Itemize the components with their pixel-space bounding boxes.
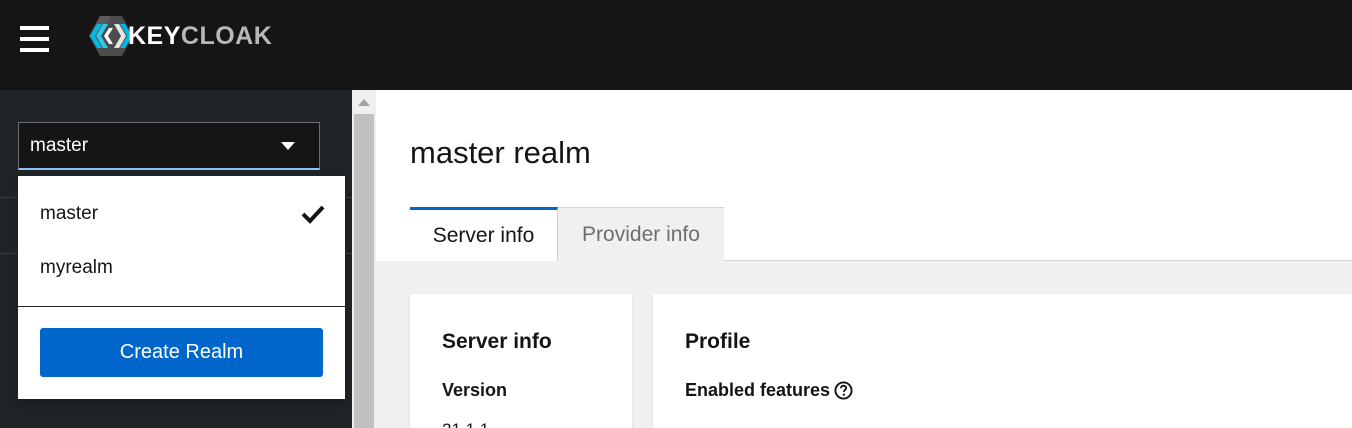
tab-underline (724, 260, 1352, 261)
profile-card: Profile Enabled features (653, 294, 1352, 428)
tab-server-info[interactable]: Server info (410, 207, 558, 261)
realm-menu-item-label: master (40, 203, 99, 224)
brand-logo[interactable]: KEY CLOAK (88, 14, 272, 58)
version-value: 21.1.1 (442, 420, 489, 428)
realm-menu-item-master[interactable]: master (18, 187, 345, 241)
realm-menu-item-label: myrealm (40, 257, 113, 278)
enabled-features-row: Enabled features (685, 380, 853, 401)
tab-provider-info[interactable]: Provider info (558, 207, 724, 261)
scroll-up-arrow-icon[interactable] (358, 99, 370, 106)
menu-divider (18, 306, 345, 307)
scroll-thumb[interactable] (354, 114, 374, 428)
realm-menu-item-myrealm[interactable]: myrealm (18, 241, 345, 295)
sidebar-scrollbar[interactable] (352, 90, 376, 428)
page-header: master realm Server info Provider info (376, 90, 1352, 261)
brand-secondary: CLOAK (180, 21, 273, 50)
realm-selector-value: master (30, 134, 89, 156)
page-title: master realm (410, 135, 591, 170)
hamburger-icon[interactable] (20, 26, 49, 52)
create-realm-button[interactable]: Create Realm (40, 328, 323, 377)
server-info-card: Server info Version 21.1.1 (410, 294, 632, 428)
enabled-features-label: Enabled features (685, 380, 831, 400)
brand-primary: KEY (128, 21, 181, 50)
realm-dropdown-menu: master myrealm Create Realm (18, 176, 345, 399)
caret-down-icon (281, 142, 295, 150)
masthead: KEY CLOAK (0, 0, 1352, 90)
card-title: Server info (442, 330, 552, 353)
main-content: master realm Server info Provider info S… (376, 90, 1352, 428)
brand-wordmark: KEY CLOAK (128, 22, 272, 51)
version-label: Version (442, 380, 508, 400)
question-circle-icon[interactable] (834, 381, 853, 400)
realm-selector[interactable]: master (18, 122, 320, 170)
check-icon (301, 205, 325, 224)
card-title: Profile (685, 330, 751, 353)
